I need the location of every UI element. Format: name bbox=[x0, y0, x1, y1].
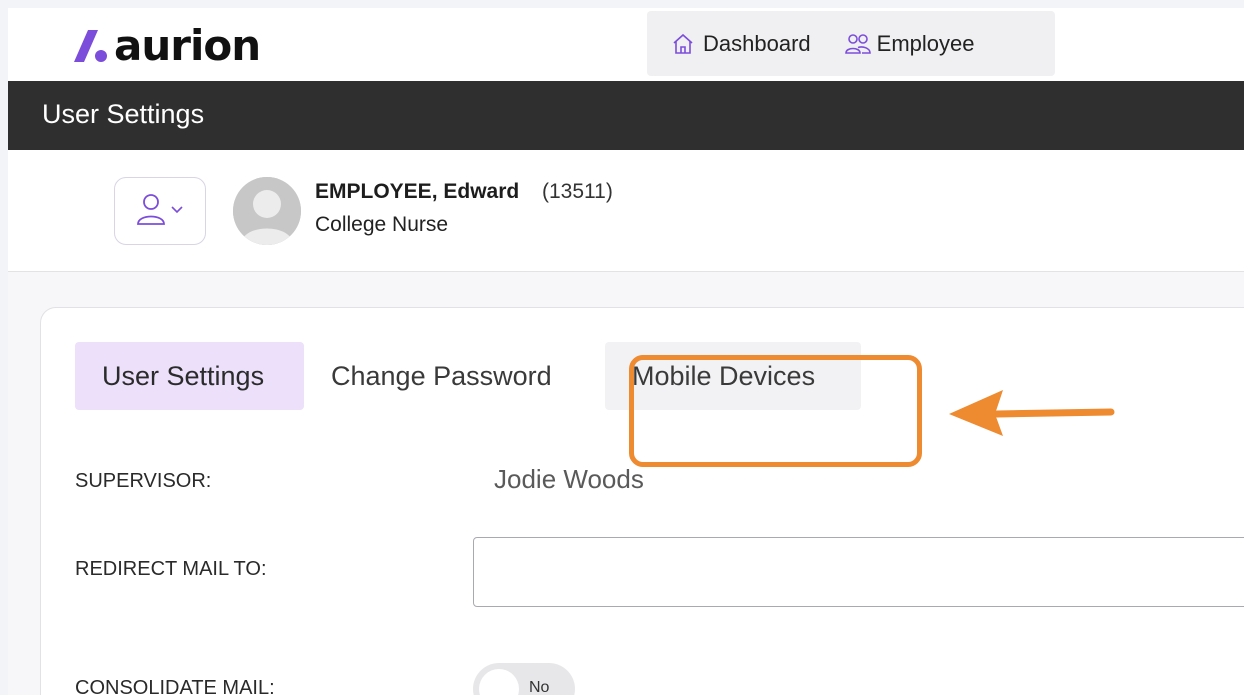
main-content: User Settings Change Password Mobile Dev… bbox=[8, 272, 1244, 695]
consolidate-mail-toggle[interactable]: No bbox=[473, 663, 575, 695]
consolidate-mail-label: CONSOLIDATE MAIL: bbox=[75, 677, 275, 695]
toggle-state-label: No bbox=[529, 679, 550, 695]
settings-card: User Settings Change Password Mobile Dev… bbox=[40, 307, 1244, 695]
nav-employee-label: Employee bbox=[876, 30, 975, 56]
pointer-arrow-icon bbox=[945, 384, 1115, 440]
user-name: EMPLOYEE, Edward bbox=[315, 180, 520, 203]
redirect-mail-input[interactable] bbox=[473, 537, 1244, 607]
tab-mobile-devices[interactable]: Mobile Devices bbox=[605, 342, 861, 410]
user-role: College Nurse bbox=[315, 213, 449, 236]
home-icon bbox=[671, 32, 695, 56]
redirect-mail-label: REDIRECT MAIL TO: bbox=[75, 558, 267, 580]
nav-dashboard-label: Dashboard bbox=[703, 30, 811, 56]
page-header: User Settings bbox=[8, 81, 1244, 150]
nav-employee[interactable]: Employee bbox=[844, 30, 975, 57]
nav-dashboard[interactable]: Dashboard bbox=[671, 31, 811, 57]
toggle-knob bbox=[479, 669, 519, 695]
aurion-logo[interactable]: aurion bbox=[68, 20, 261, 72]
aurion-logo-mark-icon bbox=[68, 26, 112, 66]
user-switch-button[interactable] bbox=[114, 177, 206, 245]
aurion-logo-text: aurion bbox=[114, 21, 261, 70]
avatar bbox=[233, 177, 301, 245]
supervisor-value: Jodie Woods bbox=[494, 464, 644, 494]
top-bar: aurion Dashboard Employee bbox=[8, 8, 1244, 81]
chevron-down-icon bbox=[170, 202, 184, 220]
users-icon bbox=[844, 32, 871, 56]
page-title: User Settings bbox=[42, 99, 205, 129]
tab-change-password[interactable]: Change Password bbox=[331, 342, 591, 410]
supervisor-label: SUPERVISOR: bbox=[75, 470, 212, 492]
tab-user-settings[interactable]: User Settings bbox=[75, 342, 304, 410]
user-strip: EMPLOYEE, Edward (13511) College Nurse bbox=[8, 150, 1244, 272]
user-id: (13511) bbox=[542, 180, 613, 203]
top-nav: Dashboard Employee bbox=[647, 11, 1055, 76]
user-icon bbox=[136, 192, 166, 231]
app-window: aurion Dashboard Employee User Settings … bbox=[8, 8, 1244, 695]
